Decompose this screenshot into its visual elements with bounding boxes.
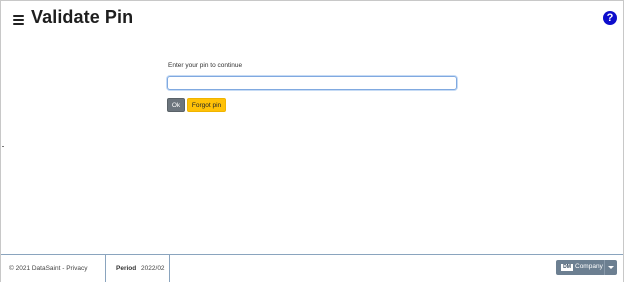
footer: © 2021 DataSaint - Privacy Period 2022/0… (1, 254, 623, 282)
page-title: Validate Pin (31, 7, 134, 27)
hamburger-menu-icon[interactable] (13, 15, 24, 25)
app-window: Validate Pin ? Enter your pin to continu… (0, 0, 624, 282)
edge-marker (2, 146, 4, 147)
company-label: Company (575, 263, 603, 270)
pin-input[interactable] (167, 76, 457, 90)
pin-prompt-label: Enter your pin to continue (168, 62, 243, 69)
period-label: Period (116, 265, 137, 272)
copyright-text: © 2021 DataSaint - Privacy (9, 265, 88, 272)
period-info: Period 2022/02 (116, 265, 165, 272)
ok-button[interactable]: Ok (167, 98, 185, 112)
footer-divider (169, 255, 170, 282)
company-dropdown-button[interactable]: DM Company (556, 260, 617, 275)
company-logo-badge: DM (561, 264, 573, 271)
forgot-pin-button[interactable]: Forgot pin (187, 98, 226, 112)
privacy-link[interactable]: Privacy (66, 265, 87, 272)
period-value: 2022/02 (141, 265, 165, 272)
dropdown-separator (604, 260, 605, 275)
chevron-down-icon[interactable] (608, 266, 614, 269)
help-icon[interactable]: ? (603, 11, 617, 25)
footer-divider (105, 255, 106, 282)
copyright-label: © 2021 DataSaint - (9, 265, 65, 272)
